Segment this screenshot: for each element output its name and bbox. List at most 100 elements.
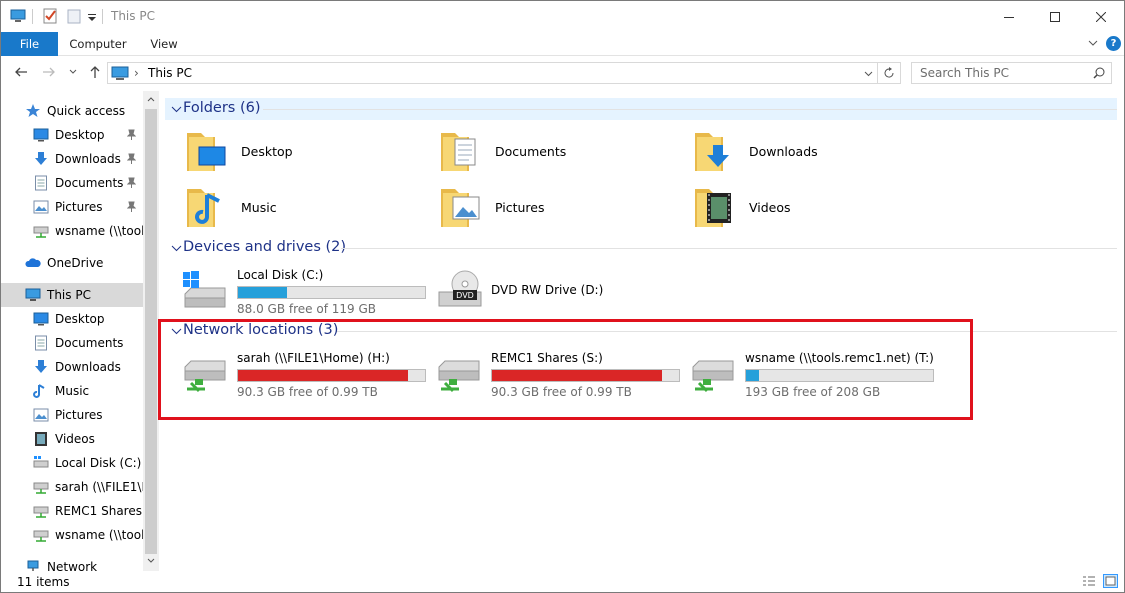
search-placeholder: Search This PC: [920, 66, 1009, 80]
drive-name: Local Disk (C:): [237, 268, 324, 282]
tab-file[interactable]: File: [1, 32, 58, 56]
folder-pictures[interactable]: Pictures: [439, 183, 679, 233]
windows-disk-icon: [183, 271, 226, 308]
customize-toolbar-icon[interactable]: [87, 8, 97, 24]
expand-ribbon-icon[interactable]: [1088, 40, 1098, 48]
folder-videos[interactable]: Videos: [693, 183, 933, 233]
nav-item-sarah-file1-h[interactable]: sarah (\\FILE1\H: [1, 475, 143, 499]
tab-computer[interactable]: Computer: [63, 32, 133, 56]
nav-item-label: Documents: [55, 176, 124, 190]
nav-item-quick-access[interactable]: Quick access: [1, 99, 143, 123]
scrollbar-thumb[interactable]: [145, 109, 157, 554]
nav-item-pictures[interactable]: Pictures: [1, 195, 143, 219]
nav-item-onedrive[interactable]: OneDrive: [1, 251, 143, 275]
scroll-up-icon[interactable]: [147, 96, 155, 102]
pin-icon[interactable]: [127, 153, 136, 164]
folder-label: Downloads: [749, 144, 818, 159]
collapse-chevron-icon[interactable]: [171, 104, 182, 115]
nav-item-documents[interactable]: Documents: [1, 171, 143, 195]
devices-group-header[interactable]: Devices and drives (2): [165, 237, 1117, 259]
nav-item-this-pc[interactable]: This PC: [1, 283, 143, 307]
nav-item-label: Desktop: [55, 312, 105, 326]
group-title: Devices and drives (2): [183, 239, 347, 255]
nav-item-remc1-shares-s[interactable]: REMC1 Shares (S: [1, 499, 143, 523]
music-folder-icon: [187, 189, 220, 227]
drive-usage-bar: [237, 286, 426, 299]
folders-group-header[interactable]: Folders (6): [165, 98, 1117, 120]
nav-item-videos[interactable]: Videos: [1, 427, 143, 451]
nav-item-label: REMC1 Shares (S: [55, 504, 143, 518]
folder-documents[interactable]: Documents: [439, 127, 679, 177]
large-icons-view-icon[interactable]: [1103, 574, 1118, 588]
breadcrumb-chevron-icon[interactable]: ›: [134, 66, 139, 80]
folder-label: Videos: [749, 200, 791, 215]
nav-item-local-disk-c[interactable]: Local Disk (C:): [1, 451, 143, 475]
close-button[interactable]: [1078, 1, 1124, 32]
title-bar: This PC: [1, 1, 1124, 32]
nav-item-music[interactable]: Music: [1, 379, 143, 403]
nav-item-desktop[interactable]: Desktop: [1, 123, 143, 147]
drive-local-disk-c[interactable]: Local Disk (C:) 88.0 GB free of 119 GB: [181, 268, 431, 318]
drive-usage-fill: [238, 287, 287, 298]
address-row: › This PC Search This PC: [1, 56, 1124, 91]
pin-icon[interactable]: [127, 129, 136, 140]
tab-view[interactable]: View: [141, 32, 187, 56]
window-title: This PC: [111, 9, 155, 23]
nav-item-pictures[interactable]: Pictures: [1, 403, 143, 427]
file-explorer-window: This PC File Computer View ? › This PC S…: [0, 0, 1125, 593]
minimize-button[interactable]: [986, 1, 1032, 32]
breadcrumb[interactable]: This PC: [148, 66, 192, 80]
network-icon: [27, 560, 39, 571]
nav-item-wsname-tools[interactable]: wsname (\\tools: [1, 219, 143, 243]
properties-icon[interactable]: [42, 8, 58, 24]
forward-arrow-icon[interactable]: [42, 65, 56, 79]
nav-item-network[interactable]: Network: [1, 555, 143, 571]
search-icon: [1093, 67, 1105, 79]
maximize-button[interactable]: [1032, 1, 1078, 32]
folder-desktop[interactable]: Desktop: [185, 127, 425, 177]
maximize-icon: [1050, 11, 1060, 22]
nav-item-label: OneDrive: [47, 256, 104, 270]
help-button[interactable]: ?: [1106, 36, 1121, 51]
details-view-icon[interactable]: [1082, 575, 1096, 587]
document-icon: [35, 335, 47, 351]
up-arrow-icon[interactable]: [88, 65, 102, 79]
folder-label: Documents: [495, 144, 567, 159]
nav-item-label: Network: [47, 560, 98, 571]
network-drive-icon: [33, 506, 49, 518]
drive-dvd-d[interactable]: DVD DVD RW Drive (D:): [435, 268, 685, 318]
nav-item-label: Quick access: [47, 104, 126, 118]
nav-item-documents[interactable]: Documents: [1, 331, 143, 355]
collapse-chevron-icon[interactable]: [171, 243, 182, 254]
recent-locations-icon[interactable]: [69, 69, 77, 75]
nav-item-downloads[interactable]: Downloads: [1, 355, 143, 379]
back-arrow-icon[interactable]: [14, 65, 28, 79]
refresh-button[interactable]: [878, 62, 901, 84]
new-folder-icon[interactable]: [66, 8, 82, 24]
star-icon: [26, 104, 40, 117]
nav-item-downloads[interactable]: Downloads: [1, 147, 143, 171]
desktop-icon: [33, 312, 49, 326]
folder-downloads[interactable]: Downloads: [693, 127, 933, 177]
nav-scrollbar[interactable]: [143, 91, 159, 571]
cloud-icon: [25, 258, 41, 267]
search-input[interactable]: Search This PC: [911, 62, 1112, 84]
address-dropdown-icon[interactable]: [864, 71, 873, 77]
scroll-down-icon[interactable]: [147, 558, 155, 564]
annotation-highlight-box: [158, 319, 973, 420]
drive-free-space: 88.0 GB free of 119 GB: [237, 302, 376, 316]
nav-item-desktop[interactable]: Desktop: [1, 307, 143, 331]
folder-music[interactable]: Music: [185, 183, 425, 233]
nav-item-label: Downloads: [55, 360, 121, 374]
music-icon: [33, 384, 45, 398]
network-drive-icon: [33, 482, 49, 494]
nav-item-wsname-tools[interactable]: wsname (\\tools: [1, 523, 143, 547]
pin-icon[interactable]: [127, 201, 136, 212]
pin-icon[interactable]: [127, 177, 136, 188]
pictures-icon: [33, 408, 49, 422]
download-icon: [35, 360, 47, 373]
close-icon: [1096, 11, 1106, 22]
minimize-icon: [1004, 16, 1014, 18]
computer-icon: [25, 288, 41, 301]
address-bar[interactable]: › This PC: [107, 62, 878, 84]
